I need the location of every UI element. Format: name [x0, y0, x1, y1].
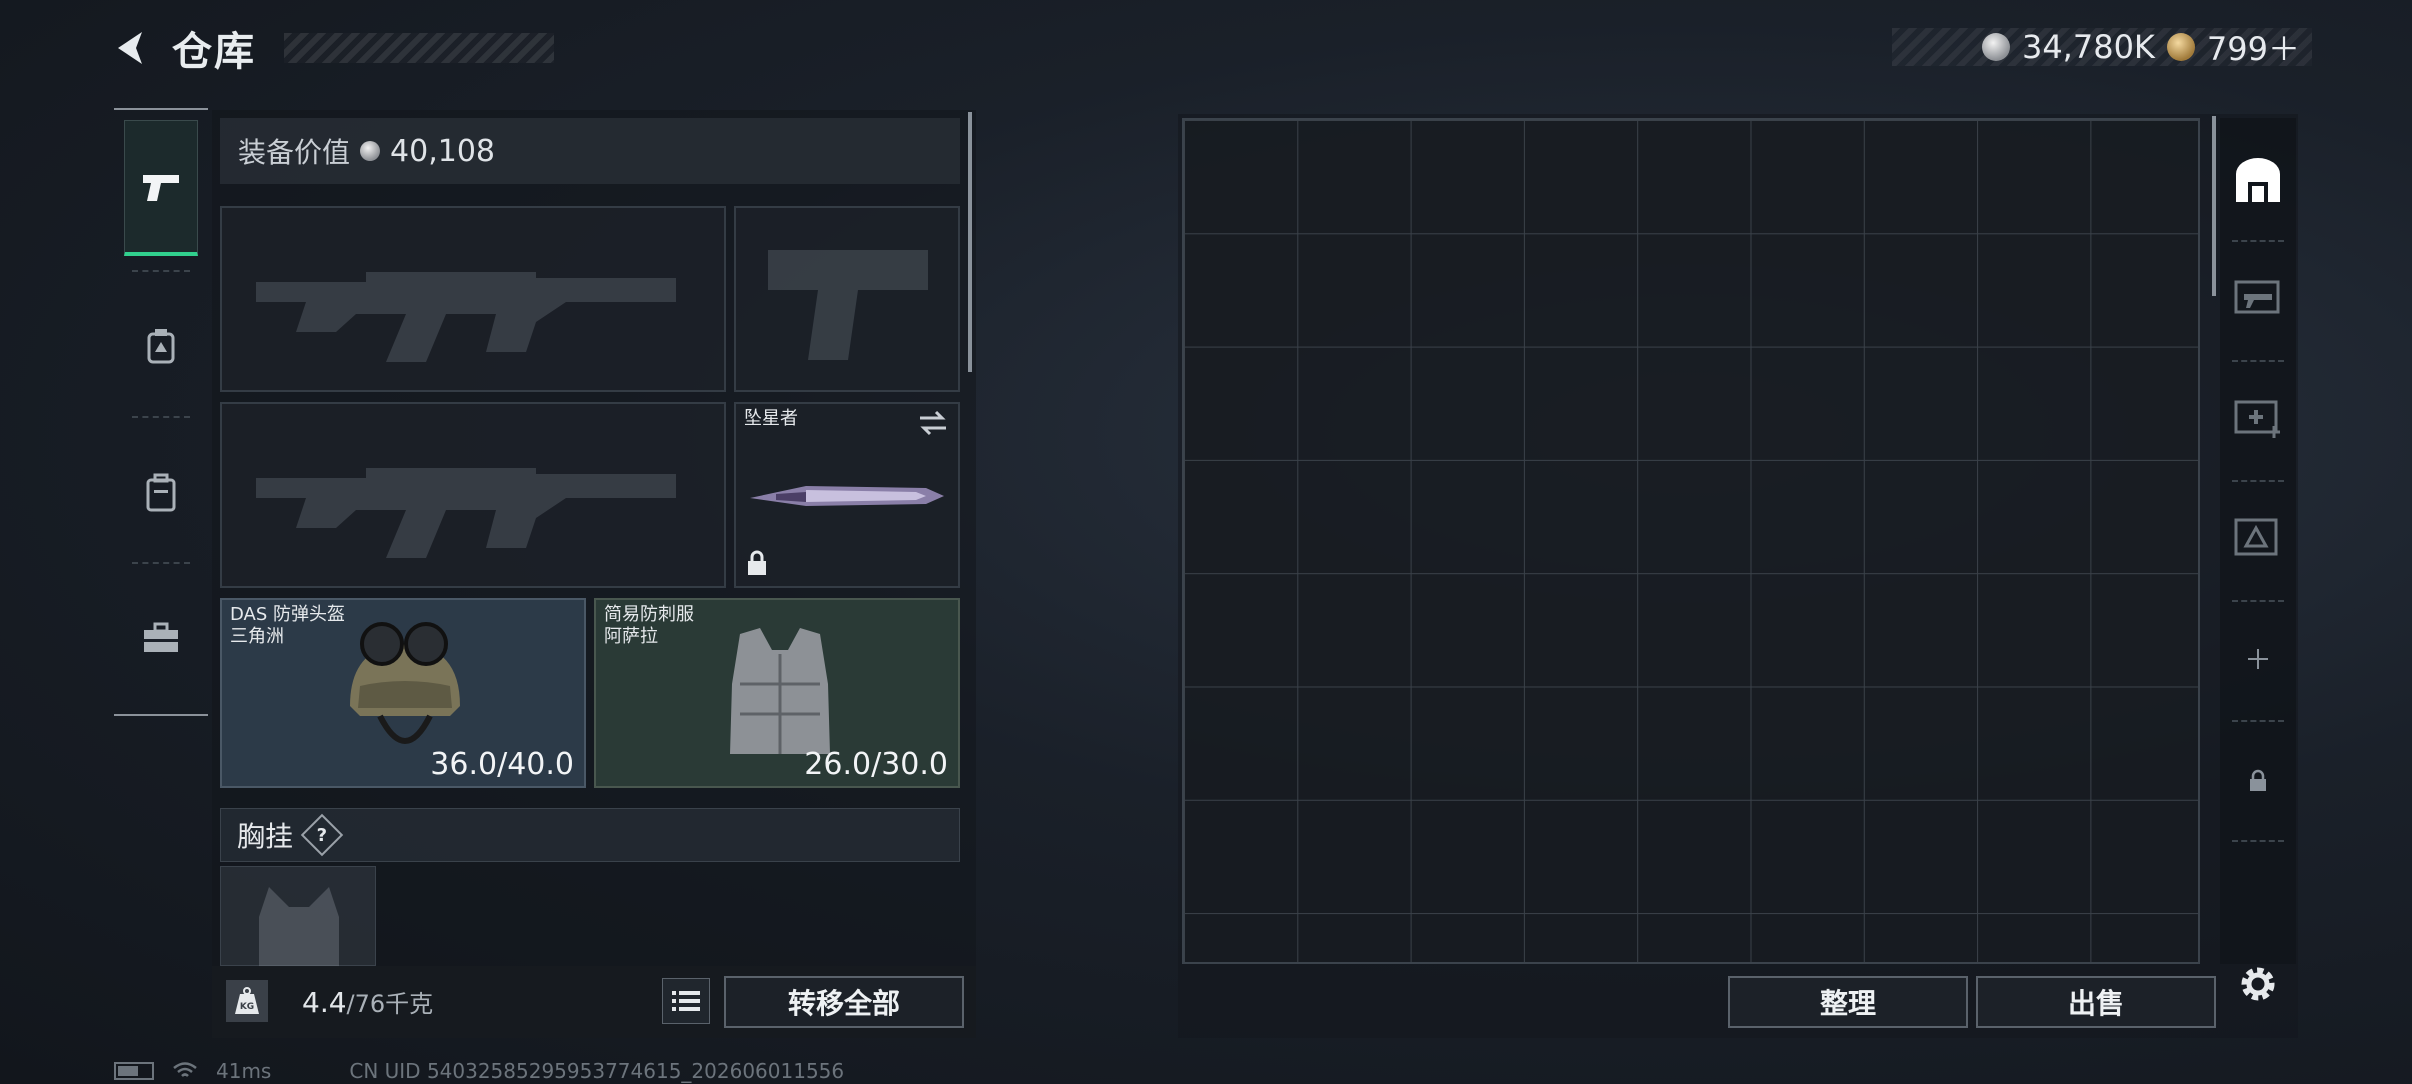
helmet-durability: 36.0/40.0 — [430, 747, 574, 782]
wifi-icon — [173, 1062, 197, 1077]
melee-name: 坠星者 — [744, 408, 798, 429]
rifle-silhouette-icon — [256, 468, 676, 558]
page-title: 仓库 — [172, 29, 256, 75]
armor-title: 简易防刺服 — [604, 604, 694, 625]
backpack-icon — [146, 473, 176, 512]
knife-image — [750, 486, 944, 506]
armor-origin: 阿萨拉 — [604, 626, 658, 647]
sell-button[interactable]: 出售 — [1976, 976, 2216, 1028]
storage-icon — [2236, 158, 2280, 202]
rail-divider — [132, 562, 190, 564]
chest-rig-slot[interactable] — [220, 866, 376, 967]
equipment-value: 40,108 — [390, 133, 495, 169]
storage-grid[interactable] — [1182, 118, 2200, 964]
helmet-image — [350, 622, 460, 744]
secondary-weapon-slot[interactable] — [734, 206, 960, 392]
weapon-case-icon — [2234, 280, 2280, 314]
helmet-name: DAS 防弹头盔 三角洲 — [230, 604, 345, 648]
weight-readout: 4.4/76千克 — [302, 984, 433, 1019]
list-view-button[interactable] — [662, 978, 710, 1024]
chest-rig-silhouette-icon — [259, 887, 339, 967]
silver-coin-icon — [1981, 33, 2010, 61]
uid-text: CN UID 54032585295953774615_202606011556 — [349, 1059, 845, 1083]
rail-tab-toolbox[interactable] — [124, 570, 198, 706]
gear-icon — [2241, 967, 2275, 1001]
ping-text: 41ms — [216, 1059, 272, 1083]
equipment-value-row: 装备价值 40,108 — [220, 118, 960, 184]
list-icon — [672, 991, 700, 1011]
title-stripe-decoration — [284, 33, 554, 63]
armor-durability: 26.0/30.0 — [804, 747, 948, 782]
silver-amount: 34,780K — [2021, 28, 2155, 66]
help-icon[interactable]: ? — [300, 813, 344, 857]
silver-coin-icon — [360, 141, 381, 161]
rail-tab-backpack[interactable] — [124, 424, 198, 560]
rifle-silhouette-icon — [256, 272, 676, 362]
pistol-icon — [143, 174, 179, 201]
current-weight: 4.4 — [302, 986, 347, 1019]
tab-ammo-case[interactable] — [2222, 482, 2294, 592]
armor-slot[interactable]: 简易防刺服 阿萨拉 26.0/30.0 — [594, 598, 960, 788]
weight-icon: KG — [226, 980, 268, 1022]
equipment-scrollbar[interactable] — [968, 112, 972, 372]
primary-weapon-slot-2[interactable] — [220, 402, 726, 588]
helmet-title: DAS 防弹头盔 — [230, 604, 346, 625]
lock-icon — [746, 550, 768, 580]
medical-case-icon — [2234, 400, 2280, 438]
gold-coin-icon — [2166, 33, 2195, 61]
lock-icon — [2250, 769, 2266, 791]
settings-button[interactable] — [2230, 956, 2286, 1012]
tab-divider — [2232, 840, 2284, 842]
pistol-silhouette-icon — [768, 250, 928, 360]
gold-amount[interactable]: 799＋ — [2207, 24, 2300, 70]
tab-divider — [2232, 720, 2284, 722]
sort-button[interactable]: 整理 — [1728, 976, 1968, 1028]
tab-divider — [2232, 600, 2284, 602]
add-icon — [2248, 649, 2268, 669]
weight-icon-label: KG — [240, 1002, 254, 1012]
transfer-all-button[interactable]: 转移全部 — [724, 976, 964, 1028]
swap-icon[interactable] — [918, 410, 948, 440]
chest-rig-section-header: 胸挂 ? — [220, 808, 960, 862]
helmet-origin: 三角洲 — [230, 626, 284, 647]
pouch-icon — [147, 329, 175, 364]
rail-tab-pouch[interactable] — [124, 278, 198, 414]
back-button[interactable] — [110, 26, 154, 70]
equipment-value-label: 装备价值 — [238, 136, 351, 169]
storage-scrollbar[interactable] — [2212, 116, 2216, 296]
chest-rig-title: 胸挂 — [237, 820, 294, 853]
ammo-case-icon — [2234, 518, 2278, 556]
toolbox-icon — [144, 622, 178, 652]
weight-capacity: /76千克 — [346, 990, 434, 1018]
back-arrow-icon — [118, 32, 142, 64]
helmet-slot[interactable]: DAS 防弹头盔 三角洲 36.0/40.0 — [220, 598, 586, 788]
rail-divider — [132, 416, 190, 418]
category-rail — [114, 108, 208, 716]
primary-weapon-slot-1[interactable] — [220, 206, 726, 392]
tab-weapon-case[interactable] — [2222, 242, 2294, 352]
tab-storage[interactable] — [2222, 126, 2294, 236]
tab-add[interactable] — [2222, 604, 2294, 714]
rail-tab-weapons[interactable] — [124, 120, 198, 256]
tab-locked[interactable] — [2222, 726, 2294, 836]
currency-bar: 34,780K 799＋ — [1892, 28, 2312, 68]
armor-name: 简易防刺服 阿萨拉 — [604, 604, 694, 648]
rail-divider — [132, 270, 190, 272]
help-mark: ? — [316, 824, 328, 846]
tab-medical-case[interactable] — [2222, 362, 2294, 472]
melee-slot[interactable]: 坠星者 — [734, 402, 960, 588]
header: 仓库 — [110, 18, 554, 78]
battery-icon — [114, 1062, 154, 1080]
status-bar: 41ms CN UID 54032585295953774615_2026060… — [114, 1058, 844, 1084]
